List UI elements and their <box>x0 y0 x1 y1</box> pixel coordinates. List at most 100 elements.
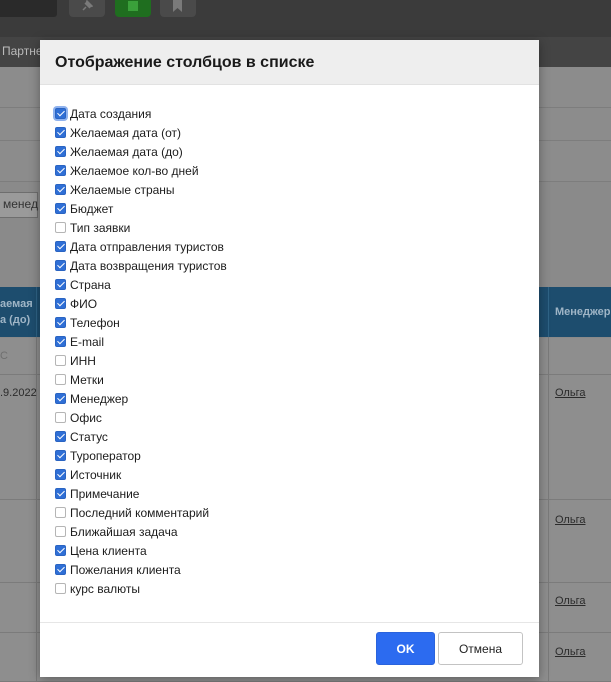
column-checkbox[interactable] <box>55 507 66 518</box>
column-display-dialog: Отображение столбцов в списке Дата созда… <box>40 40 539 677</box>
bookmark-button[interactable] <box>160 0 196 17</box>
column-option-label: ФИО <box>70 296 98 311</box>
column-option[interactable]: Дата создания <box>55 104 227 123</box>
column-checkbox[interactable] <box>55 317 66 328</box>
column-checkbox[interactable] <box>55 412 66 423</box>
column-checkbox[interactable] <box>55 260 66 271</box>
column-option-label: Последний комментарий <box>70 505 210 520</box>
column-option[interactable]: ФИО <box>55 294 227 313</box>
column-option[interactable]: Дата возвращения туристов <box>55 256 227 275</box>
column-checkbox[interactable] <box>55 146 66 157</box>
column-option-label: ИНН <box>70 353 96 368</box>
column-option-label: Ближайшая задача <box>70 524 178 539</box>
column-option-label: Примечание <box>70 486 140 501</box>
column-checkbox[interactable] <box>55 393 66 404</box>
column-option[interactable]: Офис <box>55 408 227 427</box>
column-checkbox[interactable] <box>55 469 66 480</box>
column-option-label: курс валюты <box>70 581 141 596</box>
column-option-label: Дата создания <box>70 106 152 121</box>
column-option[interactable]: Страна <box>55 275 227 294</box>
column-option[interactable]: Источник <box>55 465 227 484</box>
cancel-button[interactable]: Отмена <box>438 632 523 665</box>
column-checkbox[interactable] <box>55 583 66 594</box>
column-checkbox[interactable] <box>55 279 66 290</box>
column-option[interactable]: Цена клиента <box>55 541 227 560</box>
column-divider <box>548 287 549 337</box>
column-option[interactable]: Желаемая дата (от) <box>55 123 227 142</box>
column-option[interactable]: Примечание <box>55 484 227 503</box>
manager-link[interactable]: Ольга <box>555 514 585 526</box>
manager-link[interactable]: Ольга <box>555 595 585 607</box>
column-option-label: Статус <box>70 429 108 444</box>
column-option-label: Офис <box>70 410 102 425</box>
column-header-desired-date[interactable]: аемая а (до) <box>0 296 33 328</box>
pin-button[interactable] <box>69 0 105 17</box>
column-option[interactable]: курс валюты <box>55 579 227 598</box>
column-checkbox[interactable] <box>55 336 66 347</box>
column-option-label: E-mail <box>70 334 105 349</box>
column-option[interactable]: Дата отправления туристов <box>55 237 227 256</box>
ok-button[interactable]: OK <box>376 632 435 665</box>
column-option-label: Желаемая дата (от) <box>70 125 181 140</box>
column-checkbox[interactable] <box>55 526 66 537</box>
search-input[interactable] <box>0 0 57 17</box>
column-option-label: Источник <box>70 467 122 482</box>
column-option[interactable]: Ближайшая задача <box>55 522 227 541</box>
column-option-label: Желаемая дата (до) <box>70 144 183 159</box>
column-option[interactable]: Метки <box>55 370 227 389</box>
row-cell: С <box>0 350 8 362</box>
bookmark-icon <box>173 0 182 12</box>
column-option[interactable]: Желаемая дата (до) <box>55 142 227 161</box>
column-checkbox[interactable] <box>55 355 66 366</box>
pin-icon <box>82 0 93 11</box>
column-checkbox[interactable] <box>55 184 66 195</box>
column-checkbox[interactable] <box>55 450 66 461</box>
dialog-footer: OK Отмена <box>40 622 539 678</box>
manager-link[interactable]: Ольга <box>555 646 585 658</box>
column-divider <box>548 337 549 681</box>
column-option[interactable]: E-mail <box>55 332 227 351</box>
green-toggle-button[interactable] <box>115 0 151 17</box>
dialog-header: Отображение столбцов в списке <box>40 40 539 85</box>
nav-item-partners[interactable]: Партне <box>2 44 43 58</box>
column-option-label: Менеджер <box>70 391 129 406</box>
column-option[interactable]: Пожелания клиента <box>55 560 227 579</box>
column-option-label: Пожелания клиента <box>70 562 181 577</box>
column-option[interactable]: Желаемые страны <box>55 180 227 199</box>
column-option-label: Бюджет <box>70 201 114 216</box>
column-option[interactable]: Туроператор <box>55 446 227 465</box>
column-option[interactable]: Бюджет <box>55 199 227 218</box>
column-checkbox[interactable] <box>55 241 66 252</box>
column-option[interactable]: Последний комментарий <box>55 503 227 522</box>
column-checkbox[interactable] <box>55 488 66 499</box>
column-option[interactable]: ИНН <box>55 351 227 370</box>
column-option-label: Тип заявки <box>70 220 131 235</box>
column-checkbox[interactable] <box>55 298 66 309</box>
column-checkbox[interactable] <box>55 108 66 119</box>
column-checkbox[interactable] <box>55 127 66 138</box>
manager-link[interactable]: Ольга <box>555 387 585 399</box>
column-option[interactable]: Телефон <box>55 313 227 332</box>
column-option[interactable]: Менеджер <box>55 389 227 408</box>
dialog-title: Отображение столбцов в списке <box>55 54 315 71</box>
column-option[interactable]: Статус <box>55 427 227 446</box>
column-option[interactable]: Желаемое кол-во дней <box>55 161 227 180</box>
column-checkbox[interactable] <box>55 431 66 442</box>
top-toolbar <box>0 0 611 37</box>
column-options-list: Дата создания Желаемая дата (от) Желаемая … <box>55 104 227 598</box>
manager-select[interactable]: менед <box>0 192 38 218</box>
column-checkbox[interactable] <box>55 165 66 176</box>
column-option-label: Цена клиента <box>70 543 147 558</box>
column-option-label: Дата отправления туристов <box>70 239 224 254</box>
column-header-manager[interactable]: Менеджер <box>555 306 611 318</box>
column-option-label: Метки <box>70 372 104 387</box>
column-checkbox[interactable] <box>55 545 66 556</box>
column-option-label: Дата возвращения туристов <box>70 258 227 273</box>
column-checkbox[interactable] <box>55 203 66 214</box>
column-checkbox[interactable] <box>55 564 66 575</box>
column-option[interactable]: Тип заявки <box>55 218 227 237</box>
column-option-label: Туроператор <box>70 448 141 463</box>
column-option-label: Страна <box>70 277 111 292</box>
column-checkbox[interactable] <box>55 374 66 385</box>
column-checkbox[interactable] <box>55 222 66 233</box>
